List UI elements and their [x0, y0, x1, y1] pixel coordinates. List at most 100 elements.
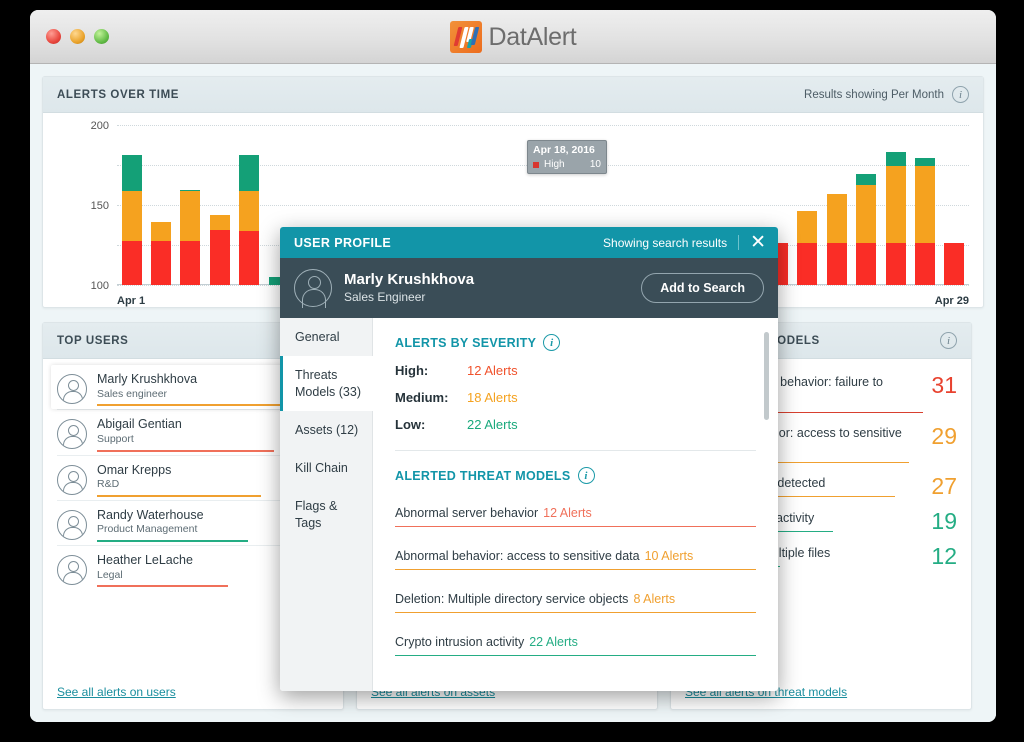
chart-card-header: ALERTS OVER TIME Results showing Per Mon…	[43, 77, 983, 113]
chart-bar[interactable]	[915, 158, 935, 285]
info-icon[interactable]: i	[940, 332, 957, 349]
modal-tab-general[interactable]: General	[280, 318, 372, 356]
top-users-row-name: Heather LeLache	[97, 553, 302, 569]
top-threat-models-row-count: 31	[931, 374, 957, 397]
page-title: ALERTS OVER TIME	[57, 89, 179, 101]
chart-bar-segment-med	[856, 185, 876, 243]
avatar	[57, 555, 87, 585]
chart-bar-segment-med	[827, 194, 847, 244]
alerted-threat-models-heading: ALERTED THREAT MODELS	[395, 469, 571, 483]
alerted-threat-model-rule	[395, 526, 756, 527]
severity-value: 18 Alerts	[467, 390, 518, 405]
chart-bar[interactable]	[944, 243, 964, 285]
severity-label: Low:	[395, 417, 467, 432]
chart-bar[interactable]	[239, 155, 259, 285]
modal-scrollbar[interactable]	[764, 332, 769, 420]
chart-results-label: Results showing Per Month	[804, 89, 944, 101]
chart-bar-segment-low	[856, 174, 876, 185]
info-icon[interactable]: i	[578, 467, 595, 484]
tooltip-series-value: 10	[590, 159, 601, 170]
close-icon[interactable]: ✕	[750, 233, 766, 252]
severity-label: High:	[395, 363, 467, 378]
chart-bar-segment-high	[180, 241, 200, 285]
alerted-threat-model-name: Crypto intrusion activity	[395, 635, 524, 649]
alerted-threat-model-name: Deletion: Multiple directory service obj…	[395, 592, 628, 606]
info-icon[interactable]: i	[952, 86, 969, 103]
modal-tab-assets-12[interactable]: Assets (12)	[280, 411, 372, 449]
chart-gridline: 200	[117, 125, 969, 126]
x-axis-label-start: Apr 1	[117, 295, 145, 307]
alerted-threat-models-list: Abnormal server behavior12 AlertsAbnorma…	[395, 506, 756, 656]
y-axis-tick: 100	[91, 280, 109, 292]
top-users-row-bar	[97, 495, 261, 497]
modal-user-title: Sales Engineer	[344, 290, 474, 306]
chart-bar-segment-med	[122, 191, 142, 241]
chart-bar-segment-high	[886, 243, 906, 285]
chart-bar-segment-high	[797, 243, 817, 285]
chart-bar-segment-med	[151, 222, 171, 241]
chart-bar-segment-high	[944, 243, 964, 285]
alerted-threat-model-count: 12 Alerts	[543, 506, 592, 520]
severity-value: 22 Alerts	[467, 417, 518, 432]
chart-bar-segment-high	[915, 243, 935, 285]
alerted-threat-model-item[interactable]: Deletion: Multiple directory service obj…	[395, 592, 756, 613]
chart-bar-segment-med	[797, 211, 817, 243]
modal-tab-flags-tags[interactable]: Flags & Tags	[280, 487, 372, 542]
modal-tab-threats-models-33[interactable]: Threats Models (33)	[280, 356, 373, 411]
alerted-threat-model-count: 8 Alerts	[633, 592, 675, 606]
alerted-threat-model-count: 10 Alerts	[645, 549, 694, 563]
user-profile-modal: USER PROFILE Showing search results ✕ Ma…	[280, 227, 778, 691]
chart-bar[interactable]	[122, 155, 142, 285]
add-to-search-button[interactable]: Add to Search	[641, 273, 764, 303]
alerted-threat-model-item[interactable]: Abnormal server behavior 12 Alerts	[395, 506, 756, 527]
modal-user-strip: Marly Krushkhova Sales Engineer Add to S…	[280, 258, 778, 318]
app-window: DatAlert ALERTS OVER TIME Results showin…	[30, 10, 996, 722]
top-threat-models-row-count: 19	[931, 510, 957, 533]
chart-bar[interactable]	[797, 211, 817, 285]
modal-title: USER PROFILE	[294, 236, 391, 250]
chart-bar[interactable]	[886, 152, 906, 285]
modal-user-name: Marly Krushkhova	[344, 271, 474, 290]
top-users-title: TOP USERS	[57, 335, 128, 347]
alerted-threat-model-item[interactable]: Abnormal behavior: access to sensitive d…	[395, 549, 756, 570]
info-icon[interactable]: i	[543, 334, 560, 351]
chart-bar[interactable]	[856, 174, 876, 285]
severity-row: Medium:18 Alerts	[395, 390, 756, 405]
modal-tab-kill-chain[interactable]: Kill Chain	[280, 449, 372, 487]
chart-bar-segment-med	[180, 191, 200, 241]
alerted-threat-model-count: 22 Alerts	[529, 635, 578, 649]
top-users-row-bar	[97, 540, 248, 542]
modal-tab-list: GeneralThreats Models (33)Assets (12)Kil…	[280, 318, 373, 691]
modal-header-divider	[738, 235, 739, 250]
chart-bar-segment-low	[886, 152, 906, 166]
chart-bar-segment-low	[122, 155, 142, 192]
chart-bar-segment-med	[239, 191, 259, 230]
chart-bar-segment-low	[239, 155, 259, 192]
chart-bar-segment-high	[151, 241, 171, 285]
alerted-threat-model-item[interactable]: Crypto intrusion activity 22 Alerts	[395, 635, 756, 656]
chart-bar-segment-med	[886, 166, 906, 244]
top-threat-models-row-count: 27	[931, 475, 957, 498]
top-users-row-bar	[97, 404, 287, 406]
chart-bar[interactable]	[151, 222, 171, 285]
y-axis-tick: 200	[91, 120, 109, 132]
top-users-row-bar	[97, 450, 274, 452]
alerted-threat-model-name: Abnormal behavior: access to sensitive d…	[395, 549, 640, 563]
modal-header-right: Showing search results ✕	[603, 233, 766, 252]
chart-bar-segment-high	[210, 230, 230, 285]
modal-search-note: Showing search results	[603, 236, 727, 250]
chart-tooltip: Apr 18, 2016 High 10	[527, 140, 607, 174]
alerted-threat-model-name: Abnormal server behavior	[395, 506, 538, 520]
alerts-by-severity-heading: ALERTS BY SEVERITY	[395, 336, 536, 350]
app-brand: DatAlert	[30, 21, 996, 53]
section-divider	[395, 450, 756, 451]
avatar	[57, 419, 87, 449]
alerted-threat-model-line: Abnormal server behavior 12 Alerts	[395, 506, 756, 526]
avatar	[57, 510, 87, 540]
alerted-threat-model-line: Abnormal behavior: access to sensitive d…	[395, 549, 756, 569]
modal-main: GeneralThreats Models (33)Assets (12)Kil…	[280, 318, 778, 691]
chart-bar[interactable]	[180, 190, 200, 285]
y-axis-tick: 150	[91, 200, 109, 212]
chart-bar[interactable]	[210, 215, 230, 285]
chart-bar[interactable]	[827, 194, 847, 285]
